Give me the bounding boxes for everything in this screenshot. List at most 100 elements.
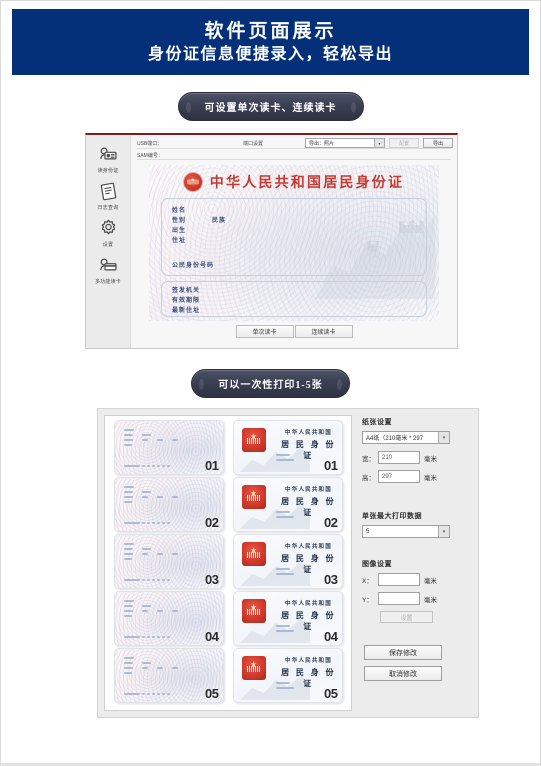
id-card-back-fields: 签发机关 有效期限 最新住址 (161, 281, 427, 317)
multi-card-reader-icon (99, 258, 117, 271)
id-card-header: 中华人民共和国居民身份证 (149, 165, 439, 192)
sidebar-item-log-query[interactable]: 日志查询 (86, 177, 130, 214)
field-dash (275, 625, 290, 627)
field-dash (141, 496, 148, 498)
sidebar-item-multi-card-label: 多功能读卡 (94, 279, 121, 285)
export-button[interactable]: 导出 (423, 138, 453, 148)
card-field-line (123, 548, 178, 550)
cancel-changes-button[interactable]: 取消修改 (364, 666, 442, 681)
card-field-line (123, 605, 178, 607)
field-dash (123, 693, 140, 695)
image-y-row: Y： 毫米 (362, 592, 470, 605)
field-dash (161, 579, 165, 581)
card-field-line (123, 615, 178, 617)
card-field-line (123, 543, 178, 545)
card-field-line (123, 558, 178, 560)
card-back-field-lines (275, 568, 294, 578)
sidebar-item-settings[interactable]: 设置 (86, 214, 130, 251)
card-id-number-dashes (123, 465, 170, 467)
card-field-line (123, 486, 178, 488)
card-number: 02 (205, 515, 219, 530)
field-dash (123, 496, 133, 498)
export-controls: 导出：照片 ▾ 配置 导出 (305, 138, 453, 148)
card-field-line (123, 553, 178, 555)
paper-size-value: A4纸（210毫米 * 297 (366, 436, 424, 442)
card-number: 02 (324, 515, 338, 530)
field-dash (123, 434, 133, 436)
field-dash (166, 636, 170, 638)
apply-image-settings-button[interactable]: 设置 (380, 611, 433, 623)
card-front-preview[interactable]: 03 (113, 534, 224, 589)
paper-size-select[interactable]: A4纸（210毫米 * 297 ▾ (362, 431, 450, 444)
image-x-input[interactable] (378, 573, 420, 586)
sidebar-item-settings-label: 设置 (102, 242, 114, 248)
field-dash (123, 657, 134, 659)
card-number: 03 (205, 572, 219, 587)
chevron-down-icon: ▾ (438, 526, 449, 537)
card-front-preview[interactable]: 01 (113, 420, 224, 475)
field-dash (166, 522, 170, 524)
sidebar-item-log-query-label: 日志查询 (97, 205, 119, 211)
card-preview-row[interactable]: 05 中华人民共和国居 民 身 份 证 05 (108, 648, 348, 703)
sidebar-item-multi-card[interactable]: 多功能读卡 (86, 251, 130, 288)
card-preview-row[interactable]: 03 中华人民共和国居 民 身 份 证 03 (108, 534, 348, 589)
card-front-preview[interactable]: 02 (113, 477, 224, 532)
field-dash (161, 465, 165, 467)
port-settings-link[interactable]: 端口设置 (243, 140, 263, 147)
field-dash (275, 511, 290, 513)
sidebar-item-read-id[interactable]: 读身份证 (86, 140, 130, 177)
field-address-label: 住址 (172, 238, 187, 244)
card-back-line1: 中华人民共和国 (285, 658, 332, 664)
field-dash (123, 543, 134, 545)
card-preview-row[interactable]: 02 中华人民共和国居 民 身 份 证 02 (108, 477, 348, 532)
field-dash (156, 439, 163, 441)
card-front-preview[interactable]: 04 (113, 591, 224, 646)
card-preview-row[interactable]: 04 中华人民共和国居 民 身 份 证 04 (108, 591, 348, 646)
field-dash (123, 501, 132, 503)
field-nation-label: 民族 (212, 218, 227, 224)
card-preview-row[interactable]: 01 中华人民共和国居 民 身 份 证 01 (108, 420, 348, 475)
field-sex-label: 性别 (172, 218, 187, 224)
field-dash (275, 568, 290, 570)
caption-2-wrap: 可以一次性打印1-5张 (1, 369, 540, 398)
card-back-preview[interactable]: 中华人民共和国居 民 身 份 证 03 (232, 534, 343, 589)
id-card-reader-icon (99, 147, 117, 160)
export-type-select[interactable]: 导出：照片 ▾ (305, 138, 385, 148)
field-dash (146, 636, 150, 638)
paper-height-input[interactable]: 297 (378, 470, 420, 483)
card-back-preview[interactable]: 中华人民共和国居 民 身 份 证 05 (232, 648, 343, 703)
save-changes-button[interactable]: 保存修改 (364, 645, 442, 660)
card-field-line (123, 496, 178, 498)
reader-action-buttons: 单次读卡 连续读卡 (131, 325, 457, 338)
single-read-button[interactable]: 单次读卡 (235, 325, 294, 338)
field-dash (146, 465, 150, 467)
card-field-line (123, 672, 178, 674)
card-back-preview[interactable]: 中华人民共和国居 民 身 份 证 01 (232, 420, 343, 475)
continuous-read-button[interactable]: 连续读卡 (294, 325, 353, 338)
header-banner: 软件页面展示 身份证信息便捷录入，轻松导出 (12, 9, 529, 75)
card-back-preview[interactable]: 中华人民共和国居 民 身 份 证 02 (232, 477, 343, 532)
print-preview-pane[interactable]: 01 中华人民共和国居 民 身 份 证 01 02 中华人民共和国居 民 身 份 证 02… (104, 415, 352, 711)
image-y-label: Y： (362, 596, 373, 604)
image-y-input[interactable] (378, 592, 420, 605)
field-dash (275, 630, 294, 632)
field-dash (161, 636, 165, 638)
page-title: 软件页面展示 (204, 20, 337, 42)
card-back-preview[interactable]: 中华人民共和国居 民 身 份 证 04 (232, 591, 343, 646)
field-new-address-label: 最新住址 (172, 308, 201, 314)
field-dash (141, 662, 151, 664)
config-button[interactable]: 配置 (389, 138, 419, 148)
field-dash (123, 615, 132, 617)
field-dash (156, 465, 160, 467)
card-back-line1: 中华人民共和国 (285, 430, 332, 436)
paper-width-input[interactable]: 210 (378, 451, 420, 464)
field-dash (123, 600, 134, 602)
card-front-preview[interactable]: 05 (113, 648, 224, 703)
card-id-number-dashes (123, 636, 170, 638)
card-field-line (123, 610, 178, 612)
max-print-select[interactable]: 5 ▾ (362, 525, 450, 538)
chevron-down-icon: ▾ (374, 139, 384, 147)
field-dash (275, 687, 294, 689)
card-field-line (123, 667, 178, 669)
